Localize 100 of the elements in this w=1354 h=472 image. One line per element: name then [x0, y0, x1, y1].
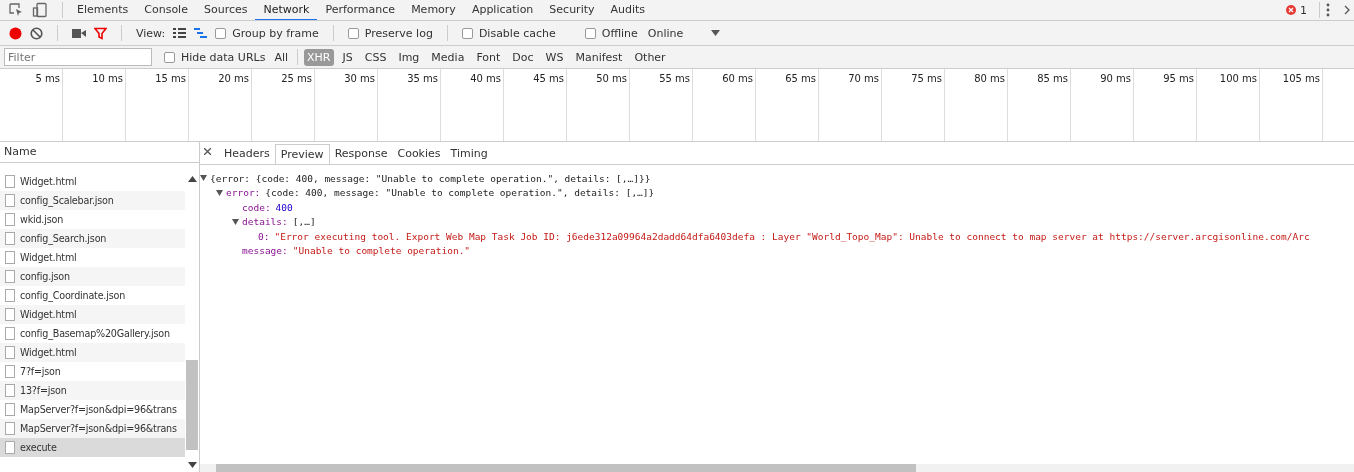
- throttling-select[interactable]: Online: [647, 26, 684, 40]
- panel-tab[interactable]: Security: [541, 0, 603, 20]
- request-name: config.json: [20, 271, 70, 282]
- camera-icon[interactable]: [72, 28, 86, 38]
- file-icon: [5, 175, 15, 188]
- panel-tab[interactable]: Console: [136, 0, 196, 20]
- type-filter[interactable]: All: [271, 48, 292, 66]
- waterfall-view-icon[interactable]: [194, 28, 208, 38]
- timeline-tick: 50 ms: [596, 73, 627, 84]
- option-checkbox[interactable]: Offline: [584, 26, 638, 40]
- scroll-down-icon[interactable]: [187, 462, 197, 468]
- panel-tab[interactable]: Performance: [317, 0, 404, 20]
- view-label: View:: [136, 26, 166, 40]
- timeline-tick: 5 ms: [35, 73, 60, 84]
- file-icon: [5, 403, 15, 416]
- timeline-tick: 10 ms: [92, 73, 123, 84]
- option-checkbox[interactable]: Disable cache: [461, 26, 556, 40]
- json-line: 0: "Error executing tool. Export Web Map Task Job ID: j6ede312a09964a2dadd64dfa6403defa : Layer "World_Topo_Map": Unable to connect to map server at https://server.arcgisonline.com/Arc: [258, 230, 1310, 242]
- filter-icon[interactable]: [94, 26, 107, 40]
- timeline-tick: 65 ms: [785, 73, 816, 84]
- timeline-tick: 55 ms: [659, 73, 690, 84]
- option-checkbox[interactable]: Preserve log: [347, 26, 433, 40]
- request-name: Widget.html: [20, 176, 77, 187]
- detail-tab[interactable]: Preview: [274, 144, 330, 164]
- filter-field[interactable]: Filter: [4, 48, 152, 66]
- detail-tab[interactable]: Timing: [445, 144, 493, 164]
- request-name: config_Coordinate.json: [20, 290, 125, 301]
- timeline-tick: 45 ms: [533, 73, 564, 84]
- request-row[interactable]: Widget.html: [0, 305, 185, 324]
- json-line: details: [,…]: [242, 216, 316, 228]
- hide-data-urls-checkbox[interactable]: Hide data URLs: [164, 50, 266, 64]
- request-row[interactable]: config_Scalebar.json: [0, 191, 185, 210]
- request-row[interactable]: Widget.html: [0, 343, 185, 362]
- panel-tab[interactable]: Elements: [69, 0, 137, 20]
- option-checkbox[interactable]: Group by frame: [215, 26, 319, 40]
- json-line: message: "Unable to complete operation.": [242, 245, 471, 257]
- panel-tab[interactable]: Network: [255, 0, 318, 20]
- file-icon: [5, 251, 15, 264]
- timeline-tick: 35 ms: [407, 73, 438, 84]
- type-filter[interactable]: Manifest: [572, 48, 626, 66]
- file-icon: [5, 441, 15, 454]
- detail-tab[interactable]: Response: [329, 144, 393, 164]
- request-name: config_Basemap%20Gallery.json: [20, 328, 170, 339]
- timeline-tick: 85 ms: [1037, 73, 1068, 84]
- timeline-tick: 80 ms: [974, 73, 1005, 84]
- more-icon[interactable]: [1326, 3, 1330, 17]
- type-filter[interactable]: Font: [473, 48, 504, 66]
- file-icon: [5, 422, 15, 435]
- record-icon[interactable]: [9, 26, 22, 40]
- request-row[interactable]: config.json: [0, 267, 185, 286]
- file-icon: [5, 270, 15, 283]
- device-toolbar-icon[interactable]: [32, 2, 48, 18]
- request-row[interactable]: config_Search.json: [0, 229, 185, 248]
- dropdown-caret-icon[interactable]: [711, 30, 721, 36]
- timeline-tick: 30 ms: [344, 73, 375, 84]
- timeline-tick: 100 ms: [1219, 73, 1257, 84]
- request-name: Widget.html: [20, 252, 77, 263]
- scrollbar-thumb[interactable]: [216, 464, 916, 472]
- type-filter[interactable]: CSS: [361, 48, 390, 66]
- type-filter[interactable]: Img: [395, 48, 423, 66]
- detail-tab[interactable]: Cookies: [392, 144, 446, 164]
- file-icon: [5, 346, 15, 359]
- panel-tab[interactable]: Application: [463, 0, 542, 20]
- request-row[interactable]: MapServer?f=json&dpi=96&trans: [0, 419, 185, 438]
- panel-tab[interactable]: Audits: [602, 0, 654, 20]
- request-name: config_Scalebar.json: [20, 195, 114, 206]
- json-line: code: 400: [242, 201, 293, 213]
- json-line: error: {code: 400, message: "Unable to complete operation.", details: [,…]}: [226, 187, 655, 199]
- expand-triangle-icon[interactable]: [232, 218, 239, 225]
- type-filter[interactable]: JS: [339, 48, 356, 66]
- timeline-tick: 60 ms: [722, 73, 753, 84]
- type-filter[interactable]: Doc: [509, 48, 537, 66]
- timeline-tick: 40 ms: [470, 73, 501, 84]
- error-icon: [1286, 5, 1296, 15]
- timeline-tick: 15 ms: [155, 73, 186, 84]
- timeline-tick: 25 ms: [281, 73, 312, 84]
- column-header[interactable]: Name: [4, 145, 37, 158]
- clear-icon[interactable]: [30, 26, 43, 40]
- request-row[interactable]: 13?f=json: [0, 381, 185, 400]
- expand-triangle-icon[interactable]: [216, 189, 223, 196]
- list-view-icon[interactable]: [173, 28, 187, 38]
- detail-tab[interactable]: Headers: [219, 144, 275, 164]
- timeline-tick: 90 ms: [1100, 73, 1131, 84]
- type-filter[interactable]: Other: [631, 48, 669, 66]
- request-name: Widget.html: [20, 309, 77, 320]
- scroll-up-icon[interactable]: [187, 176, 197, 182]
- timeline-tick: 20 ms: [218, 73, 249, 84]
- panel-tab[interactable]: Sources: [195, 0, 256, 20]
- type-filter[interactable]: WS: [542, 48, 567, 66]
- scrollbar-thumb[interactable]: [186, 360, 198, 450]
- expand-triangle-icon[interactable]: [200, 175, 207, 182]
- json-line: {error: {code: 400, message: "Unable to complete operation.", details: [,…]}}: [210, 172, 651, 184]
- timeline-tick: 95 ms: [1163, 73, 1194, 84]
- request-name: config_Search.json: [20, 233, 107, 244]
- request-name: 13?f=json: [20, 385, 67, 396]
- timeline-tick: 105 ms: [1282, 73, 1320, 84]
- panel-tab[interactable]: Memory: [403, 0, 464, 20]
- request-row[interactable]: execute: [0, 438, 185, 457]
- request-name: Widget.html: [20, 347, 77, 358]
- type-filter[interactable]: Media: [428, 48, 468, 66]
